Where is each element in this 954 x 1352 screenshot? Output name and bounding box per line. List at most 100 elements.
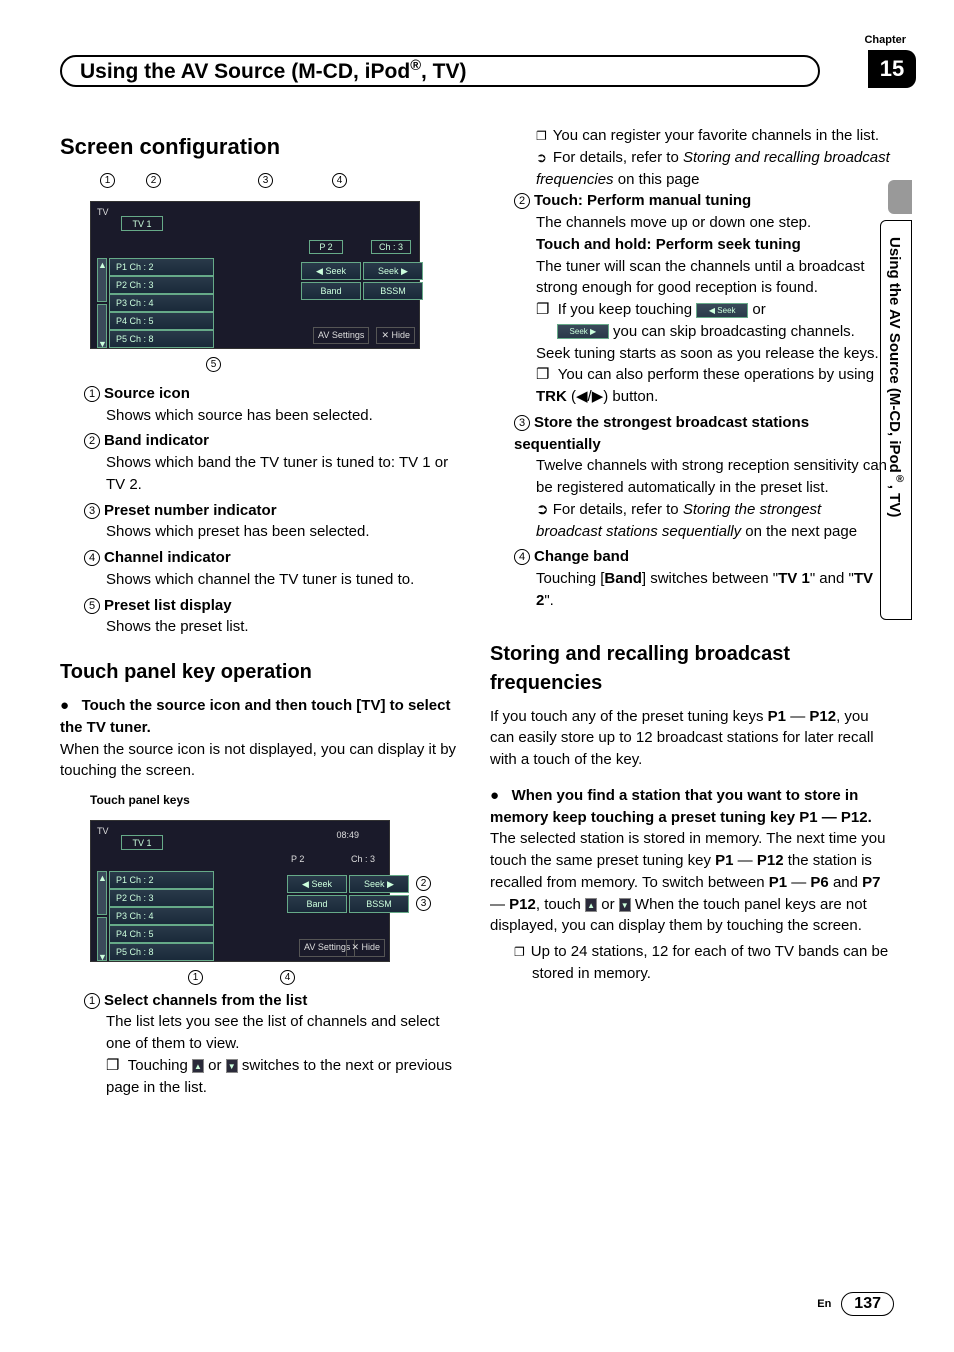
callout2-2: 2: [416, 876, 431, 891]
r-desc-2b: The tuner will scan the channels until a…: [536, 256, 890, 300]
sc2-time: 08:49: [336, 829, 359, 842]
store-action-b: When you find a station that you want to…: [490, 787, 872, 826]
store-up-icon: ▲: [585, 898, 597, 912]
r-term-2: Touch: Perform manual tuning: [534, 192, 751, 209]
sc2-preset-p3: P3 Ch : 4: [109, 907, 214, 925]
num-3: 3: [84, 503, 100, 519]
r-term-4: Change band: [534, 548, 629, 565]
sc2-scroll-up-icon: ▲: [97, 871, 107, 915]
r-num-4: 4: [514, 549, 530, 565]
side-tab-notch: [888, 180, 912, 214]
touch-intro-bold: Touch the source icon and then touch [TV…: [60, 697, 450, 736]
r-def4: 4Change band Touching [Band] switches be…: [514, 546, 890, 611]
def-5: 5Preset list displayShows the preset lis…: [84, 595, 460, 639]
r-def3: 3Store the strongest broadcast stations …: [514, 412, 890, 543]
touch-num-1: 1: [84, 993, 100, 1009]
def-3: 3Preset number indicatorShows which pres…: [84, 500, 460, 544]
sc-bssm: BSSM: [363, 282, 423, 300]
callout-4: 4: [332, 173, 347, 188]
sc2-bssm: BSSM: [349, 895, 409, 913]
sc-tv: TV: [97, 206, 109, 219]
callout-1: 1: [100, 173, 115, 188]
preset-p4: P4 Ch : 5: [109, 312, 214, 330]
store-note: Up to 24 stations, 12 for each of two TV…: [514, 941, 890, 985]
preset-p3: P3 Ch : 4: [109, 294, 214, 312]
store-p2: The selected station is stored in memory…: [490, 828, 890, 937]
r-ref3: ➲ For details, refer to Storing the stro…: [536, 499, 890, 543]
sc2-band: TV 1: [121, 835, 163, 850]
page-footer: En 137: [817, 1292, 894, 1316]
callout2-4: 4: [280, 970, 295, 985]
store-down-icon: ▼: [619, 898, 631, 912]
r-term-2b: Touch and hold: Perform seek tuning: [536, 236, 801, 253]
r-note-2b: ❐ You can also perform these operations …: [536, 364, 890, 408]
sc2-preset-p5: P5 Ch : 8: [109, 943, 214, 961]
screenshot-1: TV TV 1 P 2 Ch : 3 P1 Ch : 2 P2 Ch : 3 P…: [90, 201, 420, 349]
callout-3: 3: [258, 173, 273, 188]
term-2: Band indicator: [104, 432, 209, 449]
sc2-tv: TV: [97, 825, 109, 838]
term-4: Channel indicator: [104, 549, 231, 566]
sc2-seek-right: Seek ▶: [349, 875, 409, 893]
preset-p5: P5 Ch : 8: [109, 330, 214, 348]
term-5: Preset list display: [104, 597, 232, 614]
r-num-2: 2: [514, 193, 530, 209]
r-desc-3: Twelve channels with strong reception se…: [536, 455, 890, 499]
sc-avset: AV Settings: [313, 327, 369, 344]
def-2: 2Band indicator Shows which band the TV t…: [84, 430, 460, 495]
callout-2: 2: [146, 173, 161, 188]
seek-left-icon: ◀ Seek: [696, 303, 748, 318]
screenshot-2: TV TV 1 08:49 P 2 Ch : 3 P1 Ch : 2 P2 Ch…: [90, 820, 390, 962]
chapter-label: Chapter: [864, 34, 906, 46]
store-p1: If you touch any of the preset tuning ke…: [490, 706, 890, 771]
scroll-down-icon: ▼: [97, 304, 107, 348]
desc-2: Shows which band the TV tuner is tuned t…: [106, 452, 460, 496]
r-def2: 2Touch: Perform manual tuning The channe…: [514, 190, 890, 408]
r-note-2a: ❐ If you keep touching ◀ Seek or Seek ▶ …: [536, 299, 890, 364]
sc-band-btn: Band: [301, 282, 361, 300]
sc-ch3: Ch : 3: [371, 240, 411, 254]
num-1: 1: [84, 386, 100, 402]
preset-p2: P2 Ch : 3: [109, 276, 214, 294]
sc-seek-left: ◀ Seek: [301, 262, 361, 280]
sc-p2: P 2: [309, 240, 343, 254]
def-1: 1Source icon Shows which source has been …: [84, 383, 460, 427]
sc2-band-btn: Band: [287, 895, 347, 913]
heading-screen-config: Screen configuration: [60, 131, 460, 163]
scroll-up-icon: ▲: [97, 258, 107, 302]
sc2-preset-p2: P2 Ch : 3: [109, 889, 214, 907]
right-column: You can register your favorite channels …: [490, 125, 890, 1102]
def-4: 4Channel indicatorShows which channel th…: [84, 547, 460, 591]
sc2-p2: P 2: [291, 853, 304, 866]
chapter-number-badge: 15: [868, 50, 916, 88]
term-1: Source icon: [104, 385, 190, 402]
sc-band: TV 1: [121, 216, 163, 231]
page-title-text: Using the AV Source (M-CD, iPod®, TV): [80, 58, 467, 84]
page-up-icon: ▲: [192, 1059, 204, 1073]
touch-note-1b: or: [204, 1057, 226, 1074]
heading-touch-panel: Touch panel key operation: [60, 658, 460, 687]
footer-page: 137: [841, 1292, 894, 1316]
left-column: Screen configuration 1 2 3 4 TV TV 1 P 2…: [60, 125, 460, 1102]
callout-5: 5: [206, 357, 221, 372]
r-ref1: For details, refer to Storing and recall…: [536, 147, 890, 191]
heading-store: Storing and recalling broadcast frequenc…: [490, 640, 890, 698]
touch-intro-p: When the source icon is not displayed, y…: [60, 739, 460, 783]
sc2-hide: ✕ Hide: [346, 939, 385, 956]
touch-keys-label: Touch panel keys: [90, 792, 460, 809]
num-2: 2: [84, 433, 100, 449]
touch-def1: 1Select channels from the list The list …: [84, 990, 460, 1099]
r-num-3: 3: [514, 415, 530, 431]
touch-note-1a: Touching: [128, 1057, 192, 1074]
footer-lang: En: [817, 1298, 831, 1310]
callout2-3: 3: [416, 896, 431, 911]
sc2-seek-left: ◀ Seek: [287, 875, 347, 893]
store-action: ● When you find a station that you want …: [490, 785, 890, 829]
page-down-icon: ▼: [226, 1059, 238, 1073]
desc-5: Shows the preset list.: [106, 616, 460, 638]
desc-1: Shows which source has been selected.: [106, 405, 460, 427]
r-term-3: Store the strongest broadcast stations s…: [514, 414, 809, 453]
r-note1: You can register your favorite channels …: [536, 125, 890, 147]
touch-intro: ● Touch the source icon and then touch […: [60, 695, 460, 739]
preset-p1: P1 Ch : 2: [109, 258, 214, 276]
